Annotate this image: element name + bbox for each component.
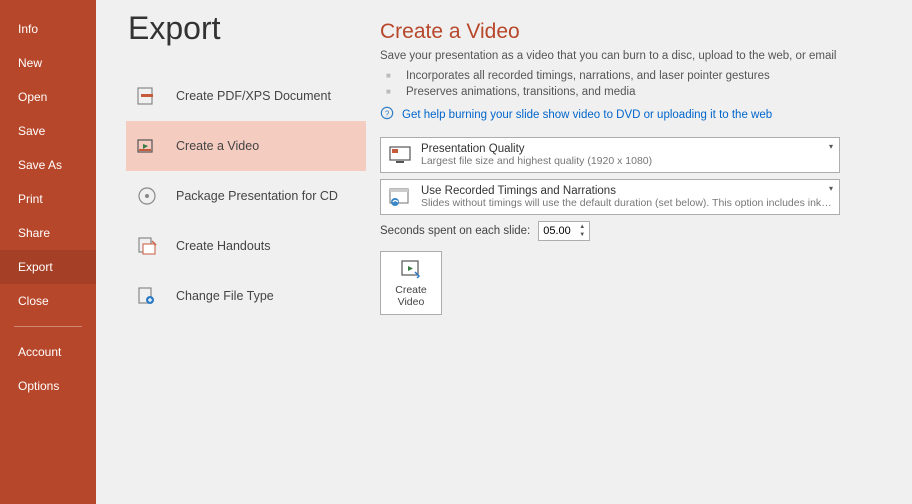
seconds-input[interactable] [539,222,573,240]
help-row: ? Get help burning your slide show video… [380,106,888,123]
spinner-down[interactable]: ▼ [576,231,588,239]
handouts-icon [136,235,158,257]
nav-options[interactable]: Options [0,369,96,403]
timings-body: Use Recorded Timings and Narrations Slid… [421,185,833,209]
export-create-video[interactable]: Create a Video [126,121,366,171]
seconds-label: Seconds spent on each slide: [380,225,530,237]
export-handouts-label: Create Handouts [176,239,271,253]
export-detail-panel: Create a Video Save your presentation as… [380,0,912,504]
export-pdf-xps[interactable]: Create PDF/XPS Document [126,71,366,121]
detail-title: Create a Video [380,20,888,44]
create-video-button[interactable]: Create Video [380,251,442,315]
nav-save[interactable]: Save [0,114,96,148]
export-type-list: Create PDF/XPS Document Create a Video P… [126,71,366,321]
export-video-label: Create a Video [176,139,259,153]
chevron-down-icon: ▾ [829,142,833,151]
main-area: Export Create PDF/XPS Document Create a … [96,0,912,504]
monitor-icon [387,142,413,168]
nav-share[interactable]: Share [0,216,96,250]
bullet-2: Preserves animations, transitions, and m… [398,84,888,100]
export-filetype-label: Change File Type [176,289,274,303]
nav-info[interactable]: Info [0,12,96,46]
bullet-1: Incorporates all recorded timings, narra… [398,68,888,84]
page-title: Export [128,10,366,47]
export-cd-label: Package Presentation for CD [176,189,338,203]
nav-close[interactable]: Close [0,284,96,318]
quality-title: Presentation Quality [421,143,833,155]
detail-subtitle: Save your presentation as a video that y… [380,50,888,62]
timings-title: Use Recorded Timings and Narrations [421,185,833,197]
nav-print[interactable]: Print [0,182,96,216]
spinner-up[interactable]: ▲ [576,223,588,231]
cd-icon [136,185,158,207]
create-video-label: Create Video [395,284,427,308]
export-change-type[interactable]: Change File Type [126,271,366,321]
timings-icon [387,184,413,210]
quality-sub: Largest file size and highest quality (1… [421,155,833,167]
sidebar-divider [14,326,82,327]
chevron-down-icon: ▾ [829,184,833,193]
quality-dropdown[interactable]: Presentation Quality Largest file size a… [380,137,840,173]
pdf-icon [136,85,158,107]
app-root: Info New Open Save Save As Print Share E… [0,0,912,504]
seconds-row: Seconds spent on each slide: ▲ ▼ [380,221,888,241]
detail-bullet-list: Incorporates all recorded timings, narra… [380,68,888,100]
help-link[interactable]: Get help burning your slide show video t… [402,109,772,121]
export-package-cd[interactable]: Package Presentation for CD [126,171,366,221]
timings-dropdown[interactable]: Use Recorded Timings and Narrations Slid… [380,179,840,215]
export-pdf-label: Create PDF/XPS Document [176,89,331,103]
nav-save-as[interactable]: Save As [0,148,96,182]
backstage-sidebar: Info New Open Save Save As Print Share E… [0,0,96,504]
video-icon [136,135,158,157]
export-types-column: Export Create PDF/XPS Document Create a … [96,0,380,504]
timings-sub: Slides without timings will use the defa… [421,197,833,209]
nav-open[interactable]: Open [0,80,96,114]
spinner-buttons: ▲ ▼ [576,223,588,239]
nav-new[interactable]: New [0,46,96,80]
seconds-spinner[interactable]: ▲ ▼ [538,221,590,241]
svg-text:?: ? [385,110,390,119]
filetype-icon [136,285,158,307]
create-video-icon [399,258,423,280]
nav-export[interactable]: Export [0,250,96,284]
help-icon: ? [380,106,394,123]
nav-account[interactable]: Account [0,335,96,369]
export-handouts[interactable]: Create Handouts [126,221,366,271]
quality-body: Presentation Quality Largest file size a… [421,143,833,167]
